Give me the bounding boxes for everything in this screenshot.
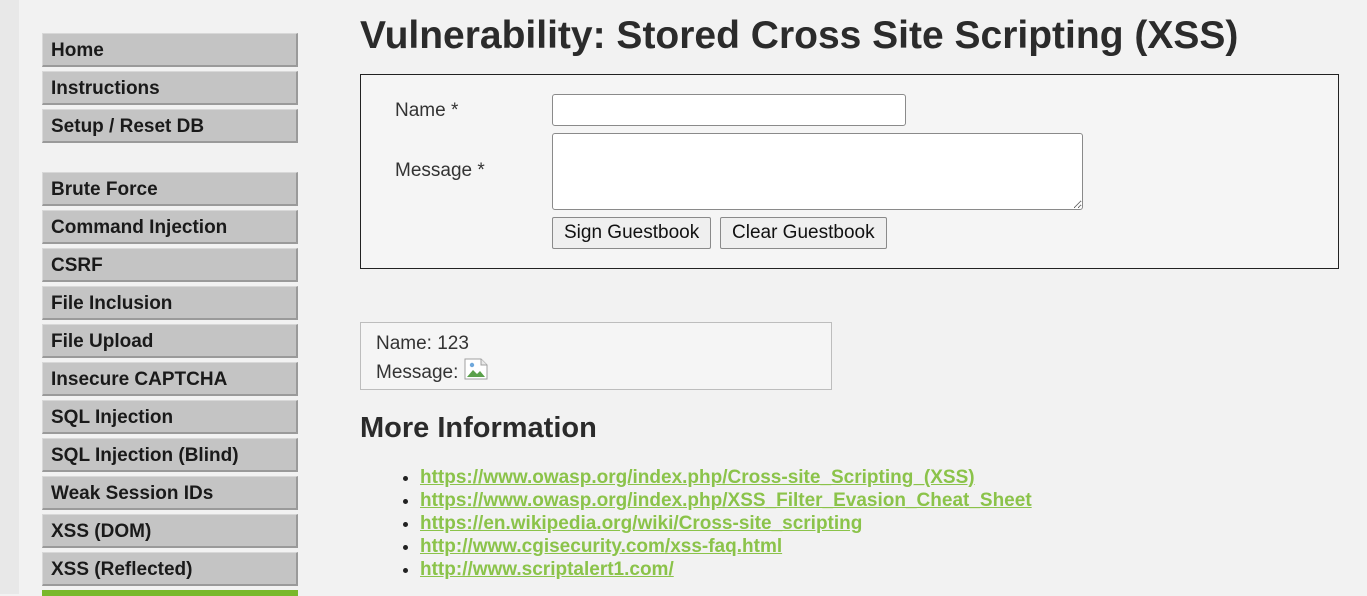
list-item: http://www.scriptalert1.com/ bbox=[420, 558, 1032, 581]
message-textarea[interactable] bbox=[552, 133, 1083, 210]
entry-name: Name: 123 bbox=[376, 333, 469, 354]
entry-message-row: Message: bbox=[376, 358, 816, 387]
sidebar-item-weak-session-ids[interactable]: Weak Session IDs bbox=[42, 476, 298, 510]
more-info-heading: More Information bbox=[360, 412, 597, 444]
sidebar-item-home[interactable]: Home bbox=[42, 33, 298, 67]
broken-image-icon bbox=[464, 358, 488, 380]
page-title: Vulnerability: Stored Cross Site Scripti… bbox=[360, 14, 1239, 57]
sidebar-item-insecure-captcha[interactable]: Insecure CAPTCHA bbox=[42, 362, 298, 396]
list-item: http://www.cgisecurity.com/xss-faq.html bbox=[420, 535, 1032, 558]
sidebar-item-command-injection[interactable]: Command Injection bbox=[42, 210, 298, 244]
menu-group-vulnerabilities: Brute Force Command Injection CSRF File … bbox=[42, 172, 298, 596]
menu-divider bbox=[42, 147, 298, 172]
guestbook-form: Name * Message * Sign Guestbook Clear Gu… bbox=[360, 74, 1339, 269]
link-owasp-filter-evasion[interactable]: https://www.owasp.org/index.php/XSS_Filt… bbox=[420, 490, 1032, 511]
guestbook-entry: Name: 123 Message: bbox=[360, 322, 832, 390]
sidebar-item-sql-injection-blind[interactable]: SQL Injection (Blind) bbox=[42, 438, 298, 472]
menu-group-main: Home Instructions Setup / Reset DB bbox=[42, 33, 298, 143]
link-cgisecurity-faq[interactable]: http://www.cgisecurity.com/xss-faq.html bbox=[420, 536, 782, 557]
entry-message-label: Message: bbox=[376, 362, 459, 383]
sidebar-item-xss-reflected[interactable]: XSS (Reflected) bbox=[42, 552, 298, 586]
message-label: Message * bbox=[395, 160, 485, 181]
link-owasp-xss[interactable]: https://www.owasp.org/index.php/Cross-si… bbox=[420, 467, 975, 488]
more-info-links: https://www.owasp.org/index.php/Cross-si… bbox=[360, 466, 1032, 581]
list-item: https://www.owasp.org/index.php/XSS_Filt… bbox=[420, 489, 1032, 512]
sidebar-item-xss-stored-active[interactable] bbox=[42, 590, 298, 596]
link-scriptalert1[interactable]: http://www.scriptalert1.com/ bbox=[420, 559, 674, 580]
name-label: Name * bbox=[395, 100, 459, 121]
clear-guestbook-button[interactable]: Clear Guestbook bbox=[720, 217, 887, 249]
left-strip bbox=[0, 0, 19, 594]
link-wikipedia-xss[interactable]: https://en.wikipedia.org/wiki/Cross-site… bbox=[420, 513, 862, 534]
sign-guestbook-button[interactable]: Sign Guestbook bbox=[552, 217, 712, 249]
list-item: https://www.owasp.org/index.php/Cross-si… bbox=[420, 466, 1032, 489]
sidebar-menu: Home Instructions Setup / Reset DB Brute… bbox=[42, 33, 298, 596]
sidebar-item-csrf[interactable]: CSRF bbox=[42, 248, 298, 282]
sidebar-item-setup-reset-db[interactable]: Setup / Reset DB bbox=[42, 109, 298, 143]
list-item: https://en.wikipedia.org/wiki/Cross-site… bbox=[420, 512, 1032, 535]
sidebar-item-file-inclusion[interactable]: File Inclusion bbox=[42, 286, 298, 320]
name-input[interactable] bbox=[552, 94, 906, 126]
sidebar-item-sql-injection[interactable]: SQL Injection bbox=[42, 400, 298, 434]
sidebar-item-instructions[interactable]: Instructions bbox=[42, 71, 298, 105]
sidebar-item-xss-dom[interactable]: XSS (DOM) bbox=[42, 514, 298, 548]
sidebar-item-brute-force[interactable]: Brute Force bbox=[42, 172, 298, 206]
sidebar-item-file-upload[interactable]: File Upload bbox=[42, 324, 298, 358]
